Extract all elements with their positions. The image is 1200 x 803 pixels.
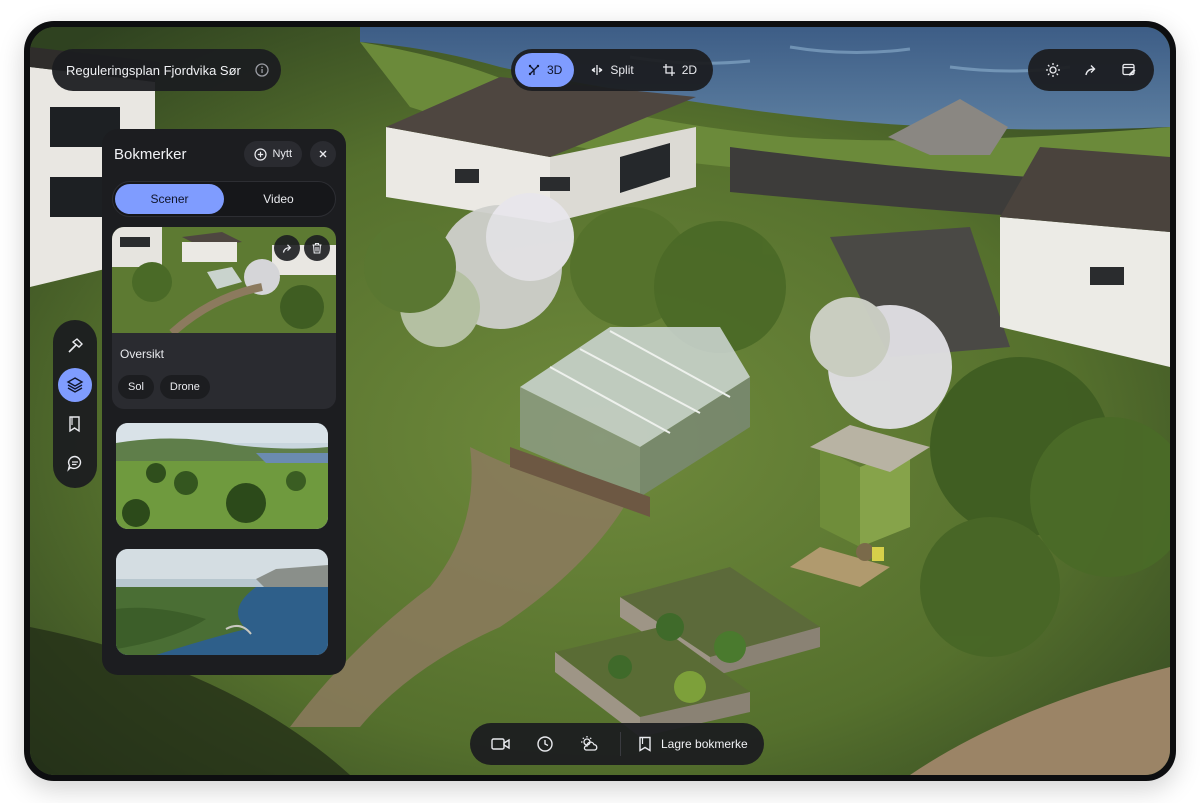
split-view-icon: [590, 63, 604, 77]
view-split-label: Split: [610, 63, 634, 77]
bookmark-tabs: Scener Video: [112, 181, 336, 217]
edit-sheet-button[interactable]: [1112, 53, 1146, 87]
bottom-toolbar: Lagre bokmerke: [470, 723, 764, 765]
weather-icon: [579, 735, 599, 753]
toolbar-divider: [620, 732, 621, 756]
sun-button[interactable]: [1036, 53, 1070, 87]
bookmark-name: Oversikt: [120, 347, 165, 361]
share-icon: [281, 242, 294, 255]
record-video-button[interactable]: [482, 727, 520, 761]
bookmark-card-selected[interactable]: Oversikt Sol Drone: [112, 227, 336, 409]
layers-icon: [66, 376, 84, 394]
bookmarks-panel: Bokmerker Nytt Scener Video Oversikt Sol…: [102, 129, 346, 675]
bookmark-thumbnail: [112, 227, 336, 333]
view-split-button[interactable]: Split: [578, 53, 645, 87]
2d-crop-icon: [662, 63, 676, 77]
bookmark-card[interactable]: [116, 423, 328, 529]
bookmarks-button[interactable]: [58, 407, 92, 441]
project-title: Reguleringsplan Fjordvika Sør: [66, 62, 241, 78]
time-of-day-button[interactable]: [526, 727, 564, 761]
view-2d-label: 2D: [681, 63, 698, 77]
layers-button[interactable]: [58, 367, 92, 402]
side-toolbar: [53, 320, 97, 488]
hammer-icon: [66, 337, 84, 355]
new-bookmark-button[interactable]: Nytt: [244, 141, 302, 167]
save-bookmark-label: Lagre bokmerke: [661, 737, 748, 751]
3d-viewport[interactable]: Reguleringsplan Fjordvika Sør 3D Split 2…: [30, 27, 1170, 775]
comment-icon: [66, 454, 84, 472]
video-camera-icon: [491, 736, 511, 752]
tag-chip[interactable]: Sol: [118, 375, 154, 399]
view-2d-button[interactable]: 2D: [650, 53, 709, 87]
info-icon[interactable]: [255, 63, 269, 77]
edit-sheet-icon: [1121, 62, 1137, 78]
project-title-bar: Reguleringsplan Fjordvika Sør: [52, 49, 281, 91]
share-button[interactable]: [1074, 53, 1108, 87]
bookmark-icon: [66, 415, 84, 433]
close-panel-button[interactable]: [310, 141, 336, 167]
top-right-toolbar: [1028, 49, 1154, 91]
tab-scener[interactable]: Scener: [115, 184, 224, 214]
clock-icon: [536, 735, 554, 753]
tab-video[interactable]: Video: [224, 184, 333, 214]
weather-button[interactable]: [570, 727, 608, 761]
save-bookmark-button[interactable]: Lagre bokmerke: [633, 727, 752, 761]
3d-cube-icon: [527, 63, 541, 77]
new-bookmark-label: Nytt: [272, 148, 292, 160]
close-icon: [318, 149, 328, 159]
build-tool-button[interactable]: [58, 329, 92, 363]
bookmarks-panel-header: Bokmerker Nytt: [112, 141, 336, 167]
app-frame: Reguleringsplan Fjordvika Sør 3D Split 2…: [24, 21, 1176, 781]
bookmarks-title: Bokmerker: [114, 145, 187, 163]
tag-chip[interactable]: Drone: [159, 375, 210, 399]
bookmark-icon: [637, 736, 653, 752]
share-bookmark-button[interactable]: [274, 235, 300, 261]
comments-button[interactable]: [58, 446, 92, 480]
view-mode-switch: 3D Split 2D: [511, 49, 714, 91]
delete-bookmark-button[interactable]: [304, 235, 330, 261]
view-3d-label: 3D: [547, 63, 563, 77]
bookmark-card[interactable]: [116, 549, 328, 655]
share-icon: [1083, 62, 1099, 78]
trash-icon: [311, 242, 323, 254]
sun-icon: [1045, 62, 1061, 78]
plus-circle-icon: [254, 147, 268, 161]
view-3d-button[interactable]: 3D: [515, 53, 575, 87]
bookmark-tags: Sol Drone: [112, 361, 336, 399]
